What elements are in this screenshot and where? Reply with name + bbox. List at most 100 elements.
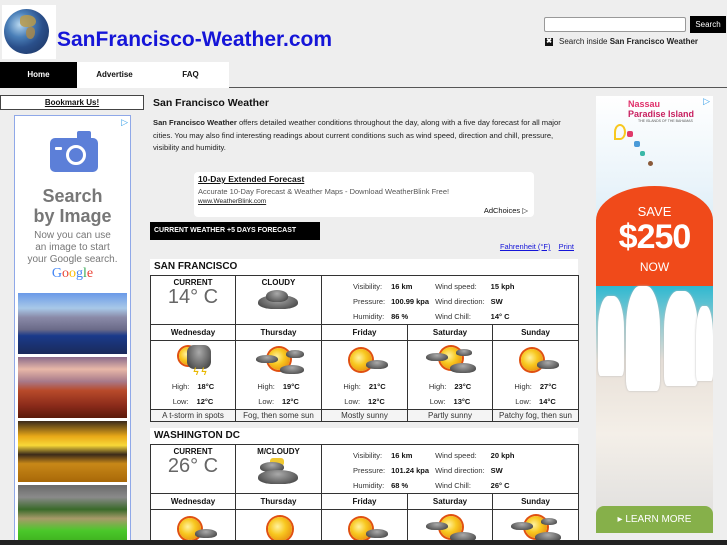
text-ad-url[interactable]: www.WeatherBlink.com <box>198 198 266 205</box>
ad-person <box>598 296 624 376</box>
fahrenheit-link[interactable]: Fahrenheit (°F) <box>500 242 551 251</box>
search-input[interactable] <box>544 17 686 32</box>
learn-more-button[interactable]: ▸ LEARN MORE <box>596 506 713 533</box>
cloud-shape <box>286 350 304 358</box>
pressure-label: Pressure: <box>353 466 386 475</box>
high-value: 18°C <box>197 382 215 391</box>
ad-amount: $250 <box>618 218 692 256</box>
weather-table: CURRENT 26° C M/CLOUDY Visibility: 16 km… <box>150 444 580 545</box>
adchoices-link[interactable]: AdChoices ▷ <box>484 206 528 215</box>
search-by-image-ad[interactable]: ▷ Search by Image Now you can use an ima… <box>14 115 131 545</box>
partly-sunny-icon <box>408 341 492 379</box>
search-button[interactable]: Search <box>690 16 726 33</box>
visibility-value: 16 km <box>391 282 413 291</box>
weather-table: CURRENT 14° C CLOUDY Visibility: 16 km W… <box>150 275 580 422</box>
forecast-description: A t-storm in spots <box>150 409 236 422</box>
mostly-sunny-icon <box>322 341 407 379</box>
pressure-label: Pressure: <box>353 297 386 306</box>
high-value: 19°C <box>282 382 300 391</box>
nav-faq[interactable]: FAQ <box>152 62 229 88</box>
search-scope-label: Search inside San Francisco Weather <box>559 37 698 46</box>
ad-logo-shape <box>640 151 645 156</box>
high-value: 23°C <box>454 382 472 391</box>
day-name: Sunday <box>491 324 580 341</box>
high-label: High: <box>171 382 190 391</box>
adchoices-icon: ▷ <box>522 206 528 215</box>
ad-photo-turf-houses <box>18 485 127 545</box>
low-label: Low: <box>258 397 275 406</box>
search-scope-checkbox[interactable]: ✖ <box>545 38 553 46</box>
ad-headline: Search by Image <box>15 186 130 226</box>
ad-tagline: THE ISLANDS OF THE BAHAMAS <box>638 119 693 123</box>
ad-logo-shape <box>614 124 626 140</box>
day-name: Thursday <box>235 324 322 341</box>
city-name: SAN FRANCISCO <box>154 261 238 272</box>
adchoices-label: AdChoices <box>483 206 521 215</box>
mostly-cloudy-icon <box>236 456 321 486</box>
low-label: Low: <box>515 397 532 406</box>
cloud-shape <box>511 522 533 530</box>
forecast-description: Mostly sunny <box>321 409 408 422</box>
adchoices-icon[interactable]: ▷ <box>703 96 710 107</box>
humidity-label: Humidity: <box>353 312 385 321</box>
ad-headline-line: Search <box>42 186 103 206</box>
pressure-value: 101.24 kpa <box>391 466 430 475</box>
day-name: Wednesday <box>150 324 236 341</box>
ad-body-line: Now you can use <box>34 230 111 241</box>
visibility-value: 16 km <box>391 451 413 460</box>
city-san-francisco: SAN FRANCISCO CURRENT 14° C CLOUDY Visib… <box>150 259 580 422</box>
day-name: Saturday <box>407 324 493 341</box>
humidity-label: Humidity: <box>353 481 385 490</box>
ad-headline-line: by Image <box>33 206 112 226</box>
lightning-shape: ϟ <box>201 367 207 378</box>
thunderstorm-icon: ϟ ϟ <box>151 341 235 379</box>
low-label: Low: <box>429 397 446 406</box>
forecast-cell: High: 23°C Low: 13°C <box>407 340 493 410</box>
text-ad-title[interactable]: 10-Day Extended Forecast <box>198 174 304 184</box>
humidity-value: 68 % <box>391 481 409 490</box>
pressure-value: 100.99 kpa <box>391 297 430 306</box>
nav-home[interactable]: Home <box>0 62 77 88</box>
current-temp: 14° C <box>167 286 219 308</box>
forecast-cell: High: 27°C Low: 14°C <box>491 340 580 410</box>
ad-photo-bridge-sunset <box>18 421 127 482</box>
unit-links: Fahrenheit (°F) Print <box>494 242 574 251</box>
main-nav: Home Advertise FAQ <box>0 62 229 88</box>
wind-direction-value: SW <box>490 466 503 475</box>
wind-chill-value: 26° C <box>490 481 510 490</box>
ad-body-line: an image to start <box>35 242 110 253</box>
cloud-shape <box>450 363 476 373</box>
high-label: High: <box>257 382 275 391</box>
bookmark-button[interactable]: Bookmark Us! <box>0 95 144 110</box>
ad-body-line: your Google search. <box>27 254 118 265</box>
globe-icon[interactable] <box>2 5 56 59</box>
city-name: WASHINGTON DC <box>154 430 240 441</box>
nassau-paradise-island-ad[interactable]: ▷ Nassau Paradise Island THE ISLANDS OF … <box>596 96 713 533</box>
text-ad[interactable]: 10-Day Extended Forecast Accurate 10-Day… <box>194 172 534 217</box>
wind-speed-label: Wind speed: <box>435 451 477 460</box>
adchoices-icon[interactable]: ▷ <box>121 117 128 128</box>
city-washington-dc: WASHINGTON DC CURRENT 26° C M/CLOUDY Vis… <box>150 428 580 545</box>
forecast-tab[interactable]: CURRENT WEATHER +5 DAYS FORECAST <box>150 222 320 240</box>
ad-logo-shape <box>634 141 640 147</box>
cloud-shape <box>426 353 448 361</box>
site-title[interactable]: SanFrancisco-Weather.com <box>57 28 332 52</box>
condition-cell: CLOUDY <box>235 275 322 325</box>
visibility-label: Visibility: <box>353 451 383 460</box>
forecast-cell: ϟ ϟ High: 18°C Low: 12°C <box>150 340 236 410</box>
cloud-shape <box>258 470 298 484</box>
cloud-shape <box>366 360 388 369</box>
condition-label: CLOUDY <box>261 278 296 287</box>
wind-speed-value: 15 kph <box>490 282 515 291</box>
day-name: Friday <box>321 324 408 341</box>
forecast-cell: High: 21°C Low: 12°C <box>321 340 408 410</box>
forecast-cell: High: 19°C Low: 12°C <box>235 340 322 410</box>
print-link[interactable]: Print <box>559 242 574 251</box>
camera-lens <box>66 145 86 165</box>
site-header: SanFrancisco-Weather.com Search ✖ Search… <box>0 0 727 88</box>
search-scope-site: San Francisco Weather <box>609 37 699 46</box>
nav-advertise[interactable]: Advertise <box>77 62 152 88</box>
intro-bold: San Francisco Weather <box>153 118 237 127</box>
sun-shape <box>268 517 292 541</box>
text-ad-description: Accurate 10-Day Forecast & Weather Maps … <box>198 187 450 196</box>
